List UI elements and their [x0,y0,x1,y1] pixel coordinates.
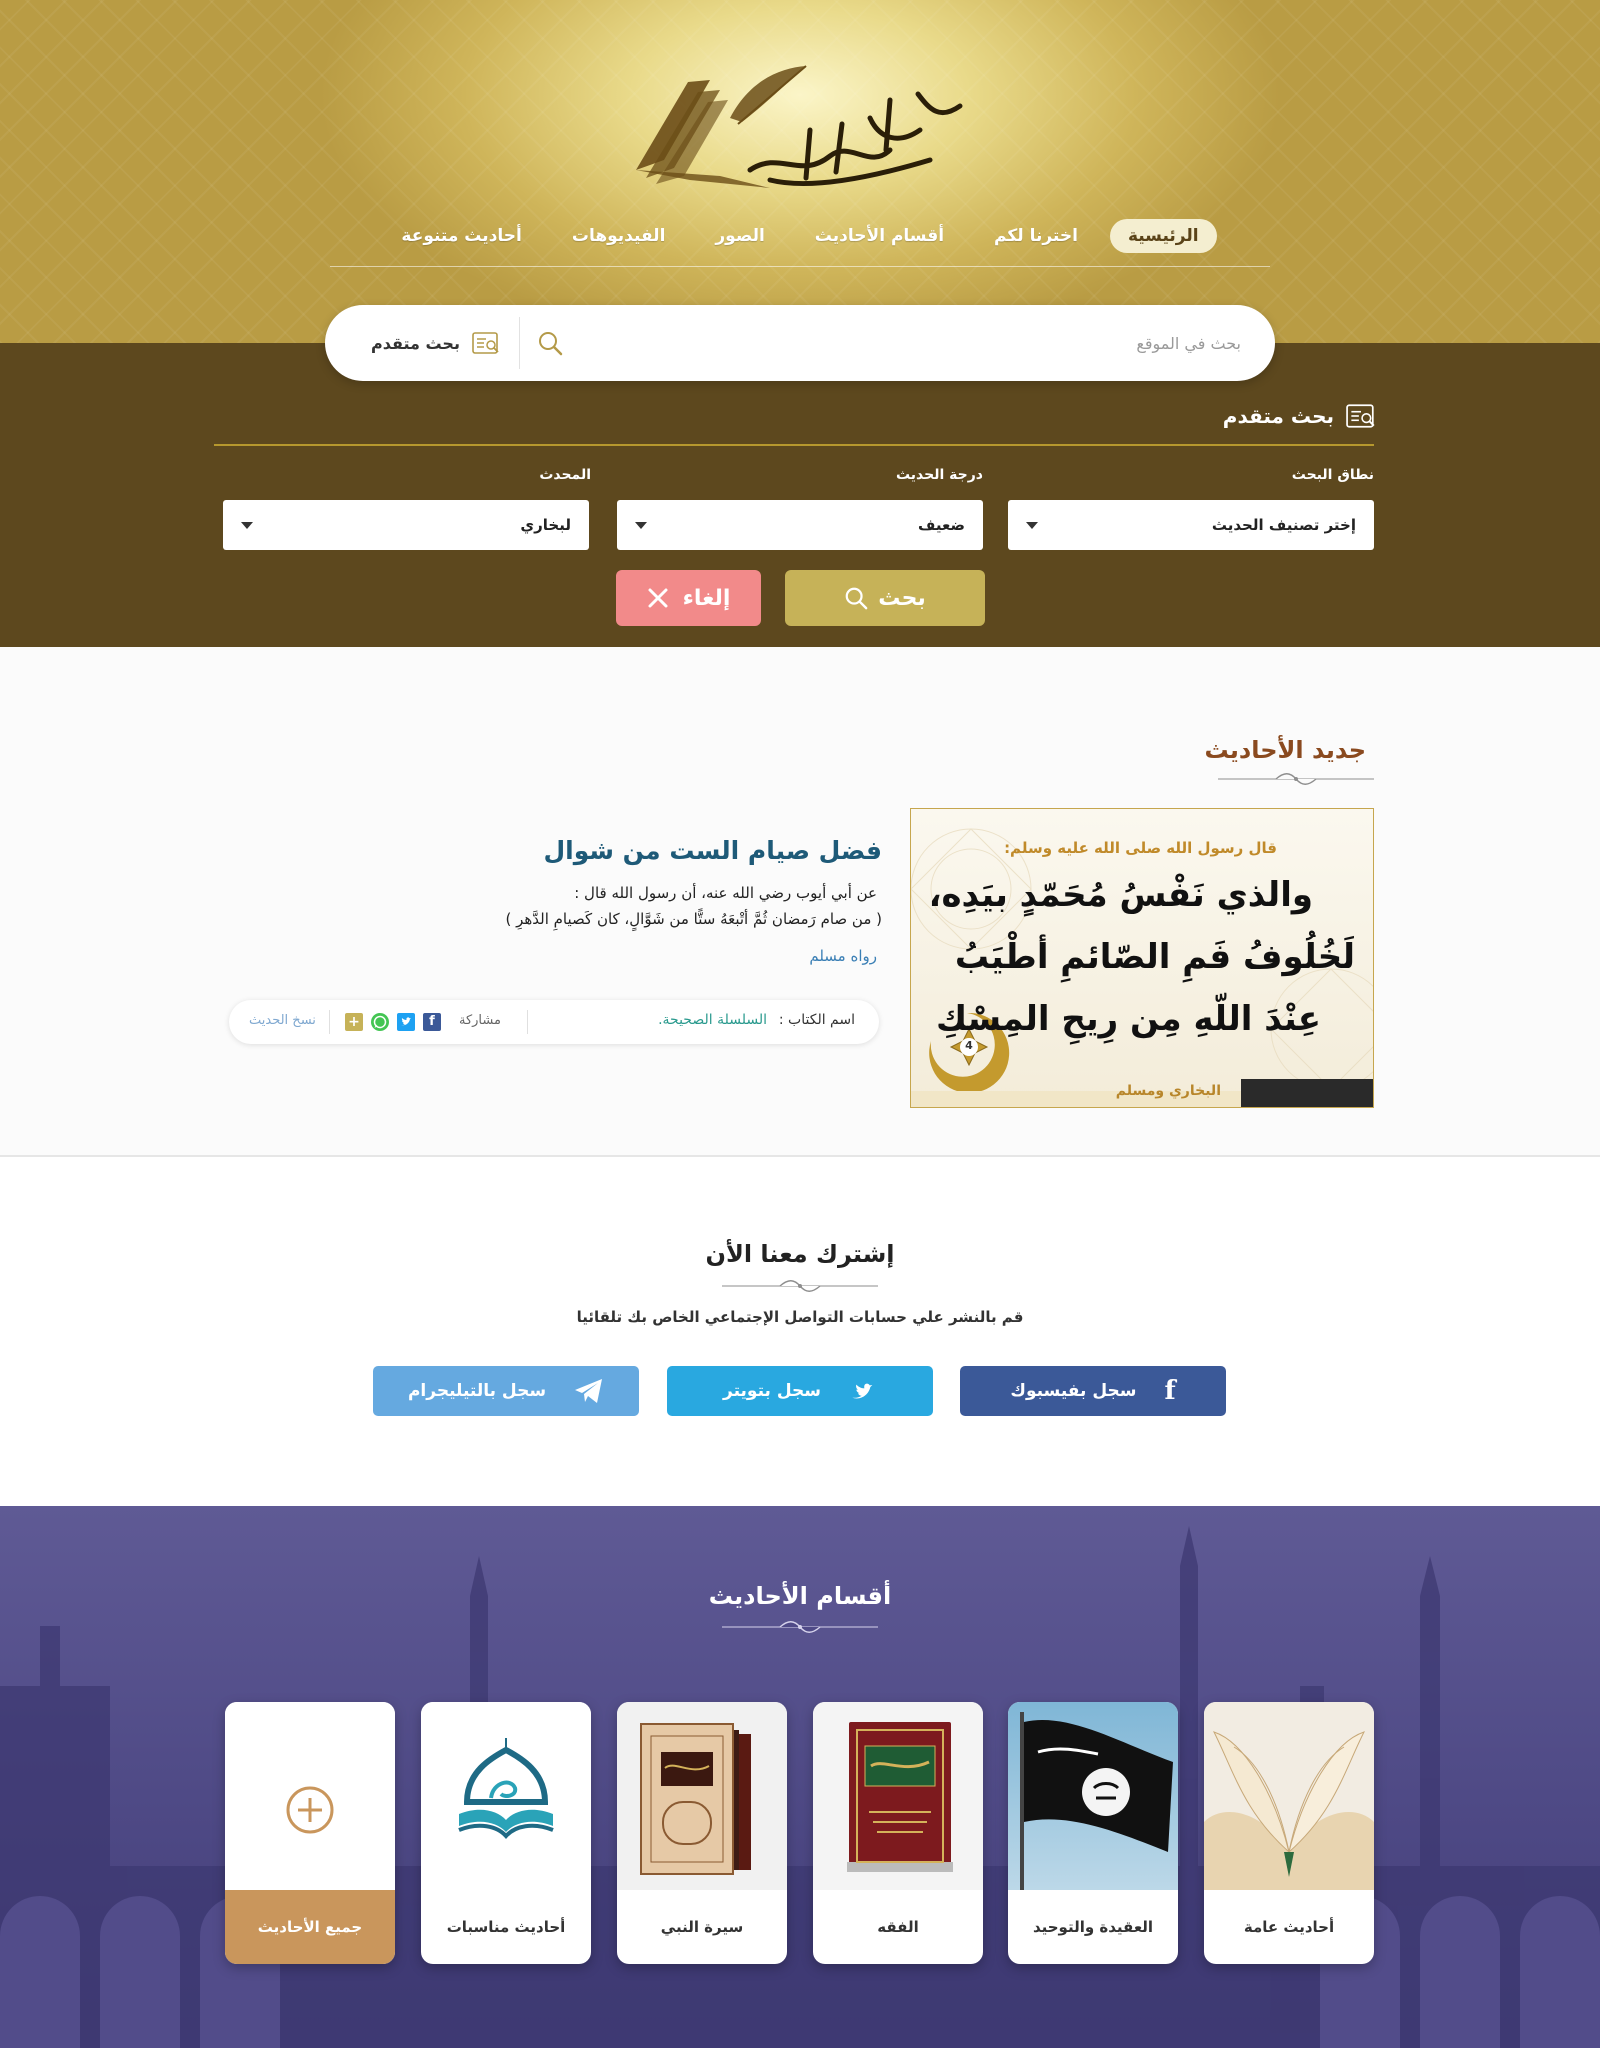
nav-images[interactable]: الصور [697,219,782,253]
nav-videos[interactable]: الفيديوهات [554,219,684,253]
book-name[interactable]: السلسلة الصحيحة. [658,1012,767,1028]
image-line1: والذي نَفْسُ مُحَمّدٍ بيَدِه، [928,875,1313,915]
narrator-label: المحدث [539,467,591,483]
image-source: البخاري ومسلم [1115,1083,1221,1099]
twitter-signup-label: سجل بتويتر [723,1381,821,1401]
search-icon [845,587,868,610]
featured-hadith-image[interactable]: قال رسول الله صلى الله عليه وسلم: والذي … [910,808,1374,1108]
open-book-image [1204,1702,1374,1890]
chevron-down-icon [635,521,647,529]
category-card-all-hadith[interactable]: جميع الأحاديث [225,1702,395,1964]
advanced-search-title: بحث متقدم [1223,402,1376,430]
nav-various-hadith[interactable]: أحاديث متنوعة [383,219,539,253]
search-button[interactable]: بحث [785,570,985,626]
narrator-select-value: لبخاري [520,516,571,534]
search-input[interactable] [601,323,1241,363]
search-button-label: بحث [878,585,926,611]
all-hadith-plus-area [225,1702,395,1890]
ornament-divider [1218,773,1374,785]
facebook-signup-label: سجل بفيسبوك [1010,1381,1137,1401]
cancel-button[interactable]: إلغاء [616,570,761,626]
copy-hadith-link[interactable]: نسخ الحديث [249,1013,316,1028]
telegram-signup-label: سجل بالتيليجرام [407,1381,547,1401]
facebook-signup-button[interactable]: f سجل بفيسبوك [960,1366,1226,1416]
meta-divider [527,1010,528,1034]
plus-circle-icon [286,1786,334,1834]
category-card-aqeedah[interactable]: العقيدة والتوحيد [1008,1702,1178,1964]
category-label: سيرة النبي [660,1918,744,1936]
image-badge: 4 [965,1039,973,1052]
more-share-icon[interactable]: + [345,1013,363,1031]
advanced-search-icon [472,332,499,354]
image-line2: لَخُلُوفُ فَمِ الصّائمِ أطْيَبُ [954,937,1355,977]
latest-title: جديد الأحاديث [1204,736,1366,764]
cancel-button-label: إلغاء [682,585,731,611]
search-bar: بحث متقدم [325,305,1275,381]
close-icon [648,588,668,608]
hadith-title[interactable]: فضل صيام الست من شوال [543,836,882,865]
ornament-divider [722,1280,878,1292]
hadith-text-line1: عن أبي أيوب رضي الله عنه، أن رسول الله ق… [574,884,877,902]
scope-select-value: إختر تصنيف الحديث [1211,516,1356,534]
ornament-divider [722,1621,878,1633]
whatsapp-share-icon[interactable] [371,1013,389,1031]
category-label: جميع الأحاديث [225,1890,395,1964]
category-label: العقيدة والتوحيد [1032,1918,1154,1936]
twitter-signup-button[interactable]: سجل بتويتر [667,1366,933,1416]
category-card-general[interactable]: أحاديث عامة [1204,1702,1374,1964]
category-card-fiqh[interactable]: الفقه [813,1702,983,1964]
fiqh-book-image [813,1702,983,1890]
grade-label: درجة الحديث [895,467,983,483]
category-label: أحاديث عامة [1243,1918,1335,1936]
chevron-down-icon [1026,521,1038,529]
telegram-signup-button[interactable]: سجل بالتيليجرام [373,1366,639,1416]
category-card-seerah[interactable]: سيرة النبي [617,1702,787,1964]
meta-divider [329,1010,330,1034]
category-card-occasions[interactable]: أحاديث مناسبات [421,1702,591,1964]
advanced-search-icon [1346,404,1375,428]
site-logo[interactable] [630,60,970,190]
advanced-search-link[interactable]: بحث متقدم [371,327,500,359]
categories-title: أقسام الأحاديث [708,1582,892,1610]
narrator-select[interactable]: لبخاري [223,500,589,550]
seerah-books-image [617,1702,787,1890]
category-label: أحاديث مناسبات [446,1918,566,1936]
image-header-text: قال رسول الله صلى الله عليه وسلم: [1004,839,1277,857]
image-line3: عِنْدَ اللّهِ مِن رِيحِ المِسْكِ [936,999,1321,1039]
scope-select[interactable]: إختر تصنيف الحديث [1008,500,1374,550]
nav-picked-for-you[interactable]: اخترنا لكم [976,219,1096,253]
hadith-text-line2: ( من صام رَمضان ثُمَّ أتْبعَهُ ستًّا من … [505,910,882,928]
category-label: الفقه [877,1918,919,1936]
flag-image [1008,1702,1178,1890]
subscribe-text: قم بالنشر علي حسابات التواصل الإجتماعي ا… [576,1308,1024,1326]
subscribe-title: إشترك معنا الأن [705,1240,895,1268]
advanced-divider [214,444,1374,446]
facebook-share-icon[interactable]: f [423,1013,441,1031]
hadith-narrator[interactable]: رواه مسلم [809,947,877,965]
telegram-icon [575,1379,603,1403]
grade-select-value: ضعيف [918,516,965,534]
advanced-title-text: بحث متقدم [1222,404,1334,428]
twitter-share-icon[interactable] [397,1013,415,1031]
chevron-down-icon [241,521,253,529]
hadith-meta-bar: اسم الكتاب : السلسلة الصحيحة. مشاركة f +… [229,1000,879,1044]
nav-home[interactable]: الرئيسية [1109,218,1217,253]
share-label: مشاركة [459,1013,501,1028]
search-icon[interactable] [532,325,568,361]
advanced-search-label: بحث متقدم [371,333,460,353]
nav-hadith-sections[interactable]: أقسام الأحاديث [797,219,962,253]
search-divider [519,317,520,369]
main-nav: الرئيسية اخترنا لكم أقسام الأحاديث الصور… [330,205,1270,267]
occasions-logo-image [421,1702,591,1890]
twitter-icon [852,1383,873,1399]
grade-select[interactable]: ضعيف [617,500,983,550]
scope-label: نطاق البحث [1291,467,1374,483]
book-label: اسم الكتاب : [778,1012,855,1028]
facebook-icon: f [1164,1376,1176,1406]
